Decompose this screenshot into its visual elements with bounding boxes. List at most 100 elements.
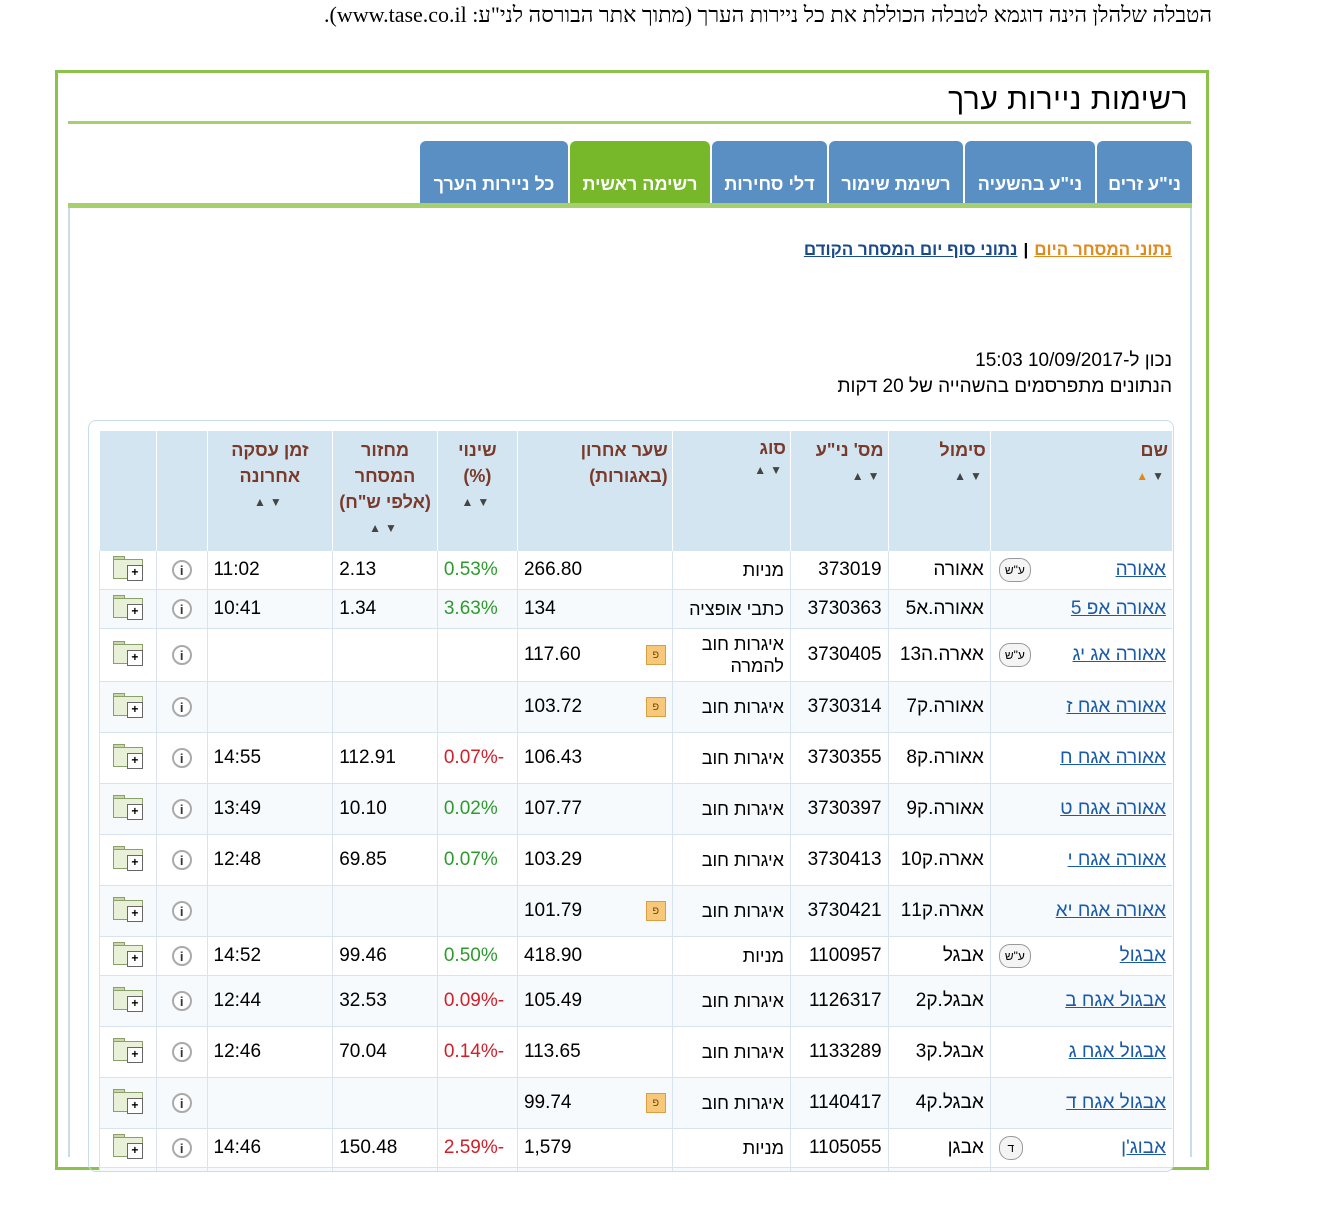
info-icon[interactable]: i bbox=[171, 697, 192, 717]
info-icon[interactable]: i bbox=[171, 850, 192, 870]
cell-type: איגרות חוב bbox=[671, 1077, 791, 1129]
securities-lists-frame: רשימות ניירות ערך כל ניירות הערך רשימה ר… bbox=[55, 70, 1209, 1172]
security-name-link[interactable]: אאורה אגח ח bbox=[1060, 747, 1166, 769]
info-icon[interactable]: i bbox=[171, 645, 192, 665]
table-row: אאורה אגח י אארה.ק10 3730413 איגרות חוב … bbox=[99, 834, 1172, 886]
cell-type: איגרות חוב bbox=[671, 732, 791, 784]
security-name-link[interactable]: אאורה אגח יא bbox=[1056, 900, 1166, 922]
add-to-folder-icon[interactable]: + bbox=[111, 692, 145, 718]
cell-number: 3730413 bbox=[789, 834, 889, 886]
cell-type: איגרות חוב bbox=[671, 885, 791, 937]
add-to-folder-icon[interactable]: + bbox=[111, 1037, 145, 1063]
last-price-value: 103.72 bbox=[523, 696, 583, 717]
cell-name: אבגול אגח ב bbox=[989, 975, 1172, 1027]
previous-day-link[interactable]: נתוני סוף יום המסחר הקודם bbox=[804, 240, 1018, 259]
add-to-folder-icon[interactable]: + bbox=[111, 845, 145, 871]
sort-number-control[interactable]: ▼▲ bbox=[795, 463, 884, 489]
cell-type: איגרות חוב להמרה bbox=[671, 628, 791, 682]
add-to-folder-icon[interactable]: + bbox=[111, 1088, 145, 1114]
security-name-link[interactable]: אבוג'ן bbox=[1121, 1137, 1166, 1159]
tab-main-list[interactable]: רשימה ראשית bbox=[570, 141, 710, 203]
header-name: שם ▼▲ bbox=[989, 431, 1172, 551]
cell-volume bbox=[332, 681, 438, 733]
info-icon[interactable]: i bbox=[171, 599, 192, 619]
security-name-link[interactable]: אאורה אגח י bbox=[1068, 849, 1166, 871]
cell-info: i bbox=[155, 732, 207, 784]
security-name-link[interactable]: אבגול אגח ג bbox=[1069, 1041, 1166, 1063]
info-icon[interactable]: i bbox=[171, 560, 192, 580]
add-to-folder-icon[interactable]: + bbox=[111, 941, 145, 967]
last-price-value: 117.60 bbox=[523, 644, 581, 665]
sort-volume-control[interactable]: ▼▲ bbox=[337, 515, 433, 541]
cell-volume: 10.10 bbox=[332, 783, 438, 835]
header-symbol: סימול ▼▲ bbox=[887, 431, 991, 551]
add-to-folder-icon[interactable]: + bbox=[111, 1133, 145, 1159]
p-badge: פ bbox=[645, 1093, 666, 1113]
tab-bar: כל ניירות הערך רשימה ראשית דלי סחירות רש… bbox=[420, 141, 1192, 203]
tab-low-liquidity[interactable]: דלי סחירות bbox=[712, 141, 827, 203]
cell-add: + bbox=[99, 885, 157, 937]
security-name-link[interactable]: אאורה אגח ז bbox=[1066, 696, 1166, 718]
info-icon[interactable]: i bbox=[171, 748, 192, 768]
add-to-folder-icon[interactable]: + bbox=[111, 986, 145, 1012]
tab-preservation-list[interactable]: רשימת שימור bbox=[829, 141, 963, 203]
info-icon[interactable]: i bbox=[171, 901, 192, 921]
tab-all-securities[interactable]: כל ניירות הערך bbox=[420, 141, 568, 203]
security-name-link[interactable]: אבגול bbox=[1120, 945, 1166, 967]
cell-type: מניות bbox=[671, 936, 791, 976]
cell-number: 1105055 bbox=[789, 1128, 889, 1168]
sort-time-control[interactable]: ▼▲ bbox=[212, 489, 329, 515]
add-to-folder-icon[interactable]: + bbox=[111, 794, 145, 820]
cell-info: i bbox=[155, 628, 207, 682]
table-row: אבוג'ן ד אבגן 1105055 מניות 1,579 -2.59%… bbox=[99, 1128, 1172, 1168]
security-name-link[interactable]: אאורה bbox=[1116, 559, 1166, 581]
cell-last-price: 418.90 bbox=[516, 936, 673, 976]
cell-name: אאורה אגח ח bbox=[989, 732, 1172, 784]
cell-info: i bbox=[155, 681, 207, 733]
security-name-link[interactable]: אאורה אפ 5 bbox=[1071, 598, 1166, 620]
trading-badge: ע"ש bbox=[998, 643, 1031, 667]
trading-badge: ד bbox=[998, 1136, 1023, 1160]
cell-add: + bbox=[99, 681, 157, 733]
today-trading-link[interactable]: נתוני המסחר היום bbox=[1034, 240, 1172, 259]
trading-badge: ע"ש bbox=[998, 558, 1031, 582]
info-icon[interactable]: i bbox=[171, 991, 192, 1011]
cell-time: 12:44 bbox=[206, 975, 333, 1027]
add-to-folder-icon[interactable]: + bbox=[111, 743, 145, 769]
sort-name-control[interactable]: ▼▲ bbox=[995, 463, 1168, 489]
tab-foreign-securities[interactable]: ני"ע זרים bbox=[1097, 141, 1192, 203]
info-icon[interactable]: i bbox=[171, 946, 192, 966]
cell-volume: 112.91 bbox=[332, 732, 438, 784]
cell-number: 1133289 bbox=[789, 1026, 889, 1078]
sort-type-control[interactable]: ▼▲ bbox=[677, 459, 786, 481]
info-icon[interactable]: i bbox=[171, 799, 192, 819]
cell-time: 12:46 bbox=[206, 1026, 333, 1078]
securities-table-body: אאורה ע"ש אאורה 373019 מניות 266.80 0.53… bbox=[99, 551, 1172, 1171]
cell-symbol: אארה.ק10 bbox=[887, 834, 991, 886]
cell-last-price: 103.72 פ bbox=[516, 681, 673, 733]
delay-notice: הנתונים מתפרסמים בהשהייה של 20 דקות bbox=[837, 376, 1172, 397]
add-to-folder-icon[interactable]: + bbox=[111, 594, 145, 620]
info-icon[interactable]: i bbox=[171, 1138, 192, 1158]
add-to-folder-icon[interactable]: + bbox=[111, 896, 145, 922]
security-name-link[interactable]: אבגול אגח ד bbox=[1066, 1092, 1166, 1114]
sort-symbol-control[interactable]: ▼▲ bbox=[893, 463, 986, 489]
security-name-link[interactable]: אאורה אג יג bbox=[1072, 644, 1166, 666]
p-badge: פ bbox=[645, 697, 666, 717]
add-to-folder-icon[interactable]: + bbox=[111, 640, 145, 666]
cell-name: אאורה אגח יא bbox=[989, 885, 1172, 937]
sort-change-control[interactable]: ▼▲ bbox=[442, 489, 513, 515]
cell-info: i bbox=[155, 834, 207, 886]
cell-add: + bbox=[99, 1128, 157, 1168]
cell-type: איגרות חוב bbox=[671, 834, 791, 886]
security-name-link[interactable]: אבגול אגח ב bbox=[1065, 990, 1166, 1012]
cell-name: אבוג'ן ד bbox=[989, 1128, 1172, 1168]
tab-suspended[interactable]: ני"ע בהשעיה bbox=[965, 141, 1095, 203]
add-to-folder-icon[interactable]: + bbox=[111, 555, 145, 581]
securities-table: שם ▼▲ סימול ▼▲ מס' ני"ע ▼▲ סוג ▼▲ שער אחרון … bbox=[99, 431, 1172, 1171]
cell-type: מניות bbox=[671, 1128, 791, 1168]
info-icon[interactable]: i bbox=[171, 1042, 192, 1062]
cell-change bbox=[436, 681, 518, 733]
security-name-link[interactable]: אאורה אגח ט bbox=[1060, 798, 1166, 820]
info-icon[interactable]: i bbox=[171, 1093, 192, 1113]
